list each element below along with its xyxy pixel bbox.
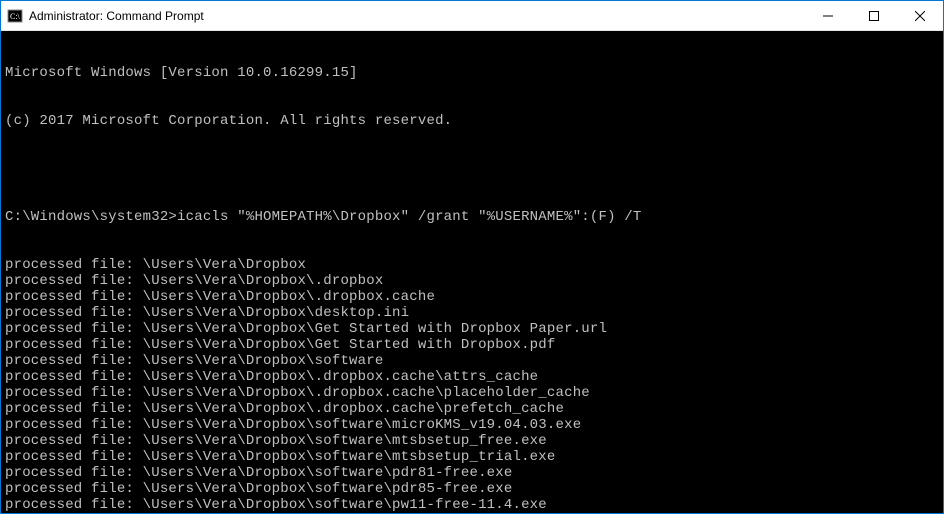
output-line: processed file: \Users\Vera\Dropbox\.dro… <box>5 369 939 385</box>
maximize-button[interactable] <box>851 1 897 30</box>
banner-line: (c) 2017 Microsoft Corporation. All righ… <box>5 113 939 129</box>
output-line: processed file: \Users\Vera\Dropbox\Get … <box>5 321 939 337</box>
cmd-icon: C:\ <box>7 8 23 24</box>
window-title: Administrator: Command Prompt <box>29 9 805 23</box>
output-line: processed file: \Users\Vera\Dropbox\.dro… <box>5 401 939 417</box>
output-line: processed file: \Users\Vera\Dropbox\soft… <box>5 417 939 433</box>
output-line: processed file: \Users\Vera\Dropbox\Get … <box>5 337 939 353</box>
output-line: processed file: \Users\Vera\Dropbox\soft… <box>5 449 939 465</box>
output-line: processed file: \Users\Vera\Dropbox\soft… <box>5 353 939 369</box>
output-line: processed file: \Users\Vera\Dropbox\soft… <box>5 465 939 481</box>
output-line: processed file: \Users\Vera\Dropbox\soft… <box>5 433 939 449</box>
output-line: processed file: \Users\Vera\Dropbox\.dro… <box>5 289 939 305</box>
terminal-output[interactable]: Microsoft Windows [Version 10.0.16299.15… <box>1 31 943 513</box>
command-line: C:\Windows\system32>icacls "%HOMEPATH%\D… <box>5 209 939 225</box>
titlebar[interactable]: C:\ Administrator: Command Prompt <box>1 1 943 31</box>
close-button[interactable] <box>897 1 943 30</box>
output-line: processed file: \Users\Vera\Dropbox\desk… <box>5 305 939 321</box>
blank-line <box>5 161 939 177</box>
output-line: processed file: \Users\Vera\Dropbox <box>5 257 939 273</box>
output-line: processed file: \Users\Vera\Dropbox\soft… <box>5 497 939 513</box>
minimize-button[interactable] <box>805 1 851 30</box>
output-line: processed file: \Users\Vera\Dropbox\soft… <box>5 481 939 497</box>
banner-line: Microsoft Windows [Version 10.0.16299.15… <box>5 65 939 81</box>
svg-text:C:\: C:\ <box>10 12 21 21</box>
output-line: processed file: \Users\Vera\Dropbox\.dro… <box>5 385 939 401</box>
window-controls <box>805 1 943 30</box>
output-line: processed file: \Users\Vera\Dropbox\.dro… <box>5 273 939 289</box>
